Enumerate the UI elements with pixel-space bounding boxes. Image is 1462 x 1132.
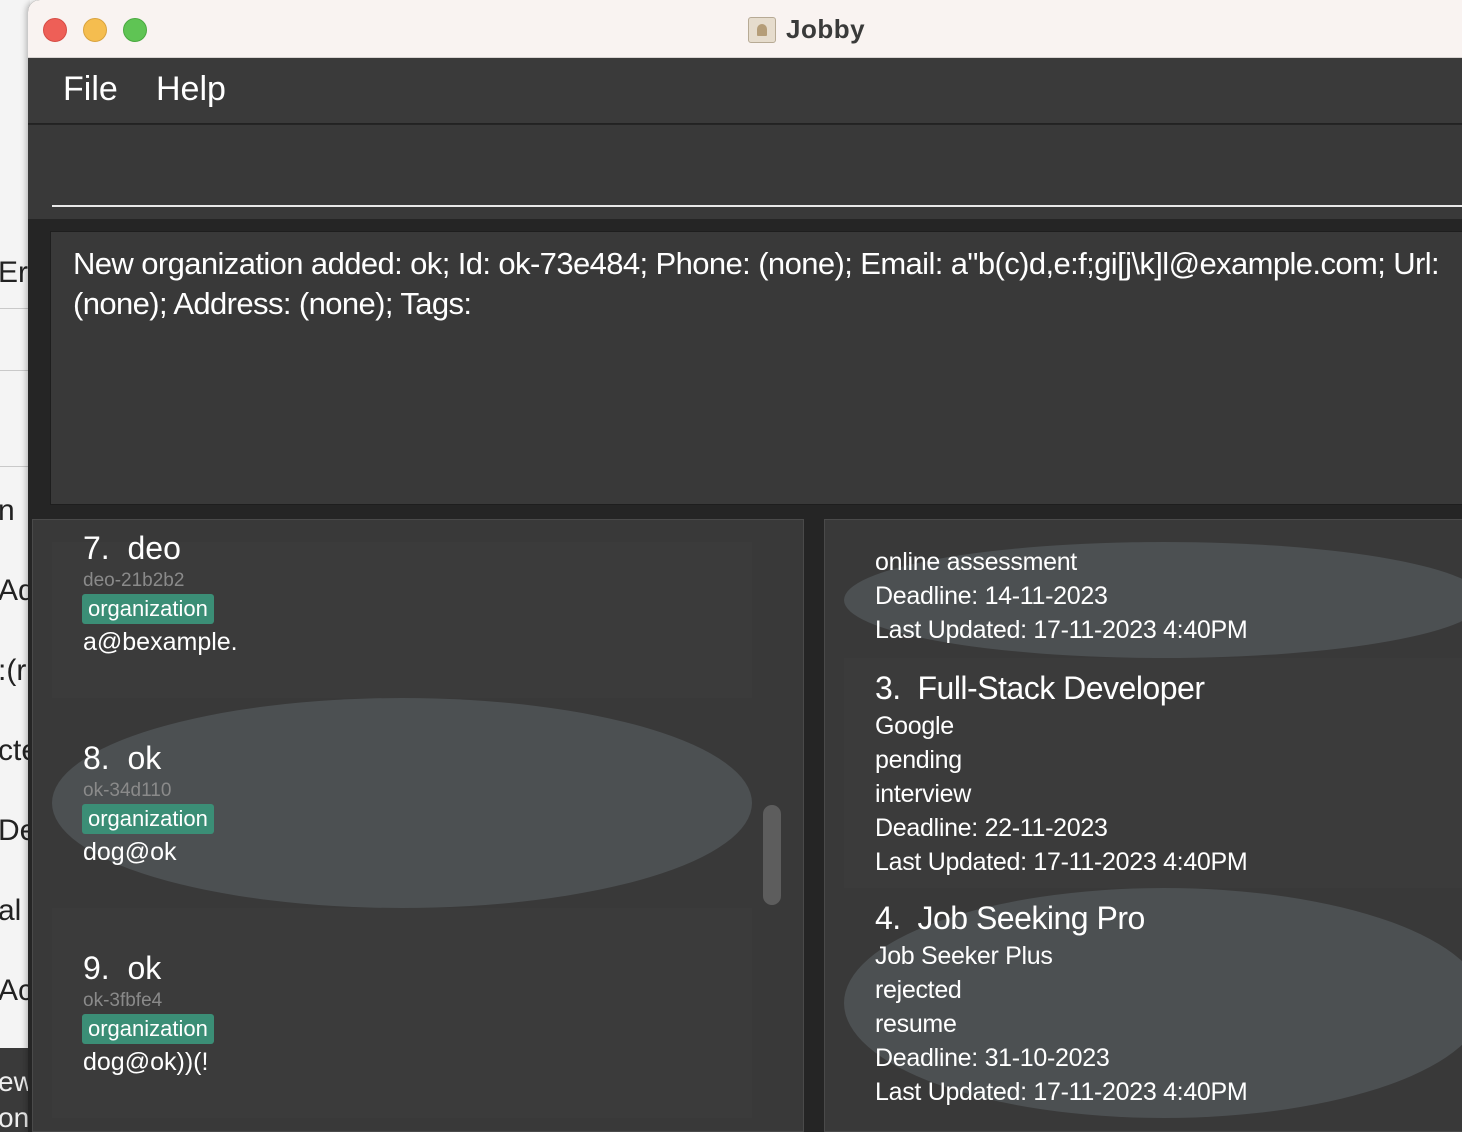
menu-help[interactable]: Help xyxy=(156,70,226,109)
list-item[interactable]: 7. deo deo-21b2b2 organization a@bexampl… xyxy=(52,530,752,698)
list-item[interactable]: 4. Job Seeking Pro Job Seeker Plus rejec… xyxy=(844,888,1462,1118)
tag-badge: organization xyxy=(82,804,214,834)
card-index: 9. xyxy=(83,950,110,986)
close-window-button[interactable] xyxy=(43,18,67,42)
list-item[interactable]: online assessment Deadline: 14-11-2023 L… xyxy=(844,542,1462,658)
background-text-fragment: n xyxy=(0,494,15,527)
jobby-window: Jobby File Help New organization added: … xyxy=(28,0,1462,1132)
application-list-panel[interactable]: online assessment Deadline: 14-11-2023 L… xyxy=(824,519,1462,1132)
application-deadline: Deadline: 14-11-2023 xyxy=(875,582,1108,610)
command-box xyxy=(28,125,1462,219)
menu-bar: File Help xyxy=(28,58,1462,124)
tag-badge: organization xyxy=(82,1014,214,1044)
application-status: pending xyxy=(875,746,962,774)
application-last-updated: Last Updated: 17-11-2023 4:40PM xyxy=(875,616,1248,644)
application-index: 3. xyxy=(875,670,901,706)
card-id: ok-3fbfe4 xyxy=(83,990,163,1011)
background-text-fragment: ew xyxy=(0,1066,30,1097)
application-company: Job Seeker Plus xyxy=(875,942,1053,970)
background-divider xyxy=(0,308,30,309)
background-text-fragment: :(r xyxy=(0,654,27,687)
card-id: ok-34d110 xyxy=(83,780,172,801)
application-deadline: Deadline: 22-11-2023 xyxy=(875,814,1108,842)
card-name: ok xyxy=(127,950,162,986)
background-text-fragment: cte xyxy=(0,734,30,767)
application-last-updated: Last Updated: 17-11-2023 4:40PM xyxy=(875,848,1248,876)
minimize-window-button[interactable] xyxy=(83,18,107,42)
background-text-fragment: one xyxy=(0,1102,30,1132)
card-index: 7. xyxy=(83,530,110,566)
app-icon xyxy=(748,16,776,43)
application-last-updated: Last Updated: 17-11-2023 4:40PM xyxy=(875,1078,1248,1106)
application-index: 4. xyxy=(875,900,901,936)
background-dark-section: ew one xyxy=(0,1048,30,1132)
card-title: 9. ok xyxy=(83,950,161,987)
application-stage: interview xyxy=(875,780,971,808)
background-text-fragment: Er xyxy=(0,256,28,289)
card-email: a@bexample. xyxy=(83,628,238,656)
application-stage: resume xyxy=(875,1010,957,1038)
card-email: dog@ok xyxy=(83,838,177,866)
application-deadline: Deadline: 31-10-2023 xyxy=(875,1044,1110,1072)
background-text-fragment: De xyxy=(0,814,30,847)
card-id: deo-21b2b2 xyxy=(83,570,185,591)
window-title: Jobby xyxy=(786,14,866,44)
window-title-group: Jobby xyxy=(748,14,865,45)
background-divider xyxy=(0,466,30,467)
title-bar[interactable]: Jobby xyxy=(28,0,1462,58)
card-email: dog@ok))(! xyxy=(83,1048,209,1076)
card-title: 8. ok xyxy=(83,740,161,777)
card-name: ok xyxy=(127,740,162,776)
card-index: 8. xyxy=(83,740,110,776)
background-text-fragment: Ad xyxy=(0,574,30,607)
application-job-title: Job Seeking Pro xyxy=(917,900,1145,936)
list-item[interactable]: 9. ok ok-3fbfe4 organization dog@ok))(! xyxy=(52,908,752,1118)
application-title: 4. Job Seeking Pro xyxy=(875,900,1145,937)
result-display[interactable]: New organization added: ok; Id: ok-73e48… xyxy=(50,231,1462,505)
application-company: Google xyxy=(875,712,954,740)
tag-badge: organization xyxy=(82,594,214,624)
organization-list-panel[interactable]: 7. deo deo-21b2b2 organization a@bexampl… xyxy=(32,519,804,1132)
application-stage: online assessment xyxy=(875,548,1077,576)
list-scrollbar[interactable] xyxy=(763,805,781,905)
zoom-window-button[interactable] xyxy=(123,18,147,42)
background-divider xyxy=(0,370,30,371)
application-title: 3. Full-Stack Developer xyxy=(875,670,1205,707)
card-name: deo xyxy=(127,530,181,566)
background-text-fragment: al E xyxy=(0,894,30,927)
background-text-fragment: Acc xyxy=(0,974,30,1007)
list-item[interactable]: 3. Full-Stack Developer Google pending i… xyxy=(844,658,1462,888)
command-input[interactable] xyxy=(52,137,1462,207)
background-window: Er n Ad :(r cte De al E Acc ew one xyxy=(0,0,30,1132)
application-status: rejected xyxy=(875,976,962,1004)
application-job-title: Full-Stack Developer xyxy=(917,670,1205,706)
list-item-selected[interactable]: 8. ok ok-34d110 organization dog@ok xyxy=(52,698,752,908)
menu-file[interactable]: File xyxy=(63,70,118,109)
card-title: 7. deo xyxy=(83,530,181,567)
result-display-area: New organization added: ok; Id: ok-73e48… xyxy=(28,219,1462,519)
